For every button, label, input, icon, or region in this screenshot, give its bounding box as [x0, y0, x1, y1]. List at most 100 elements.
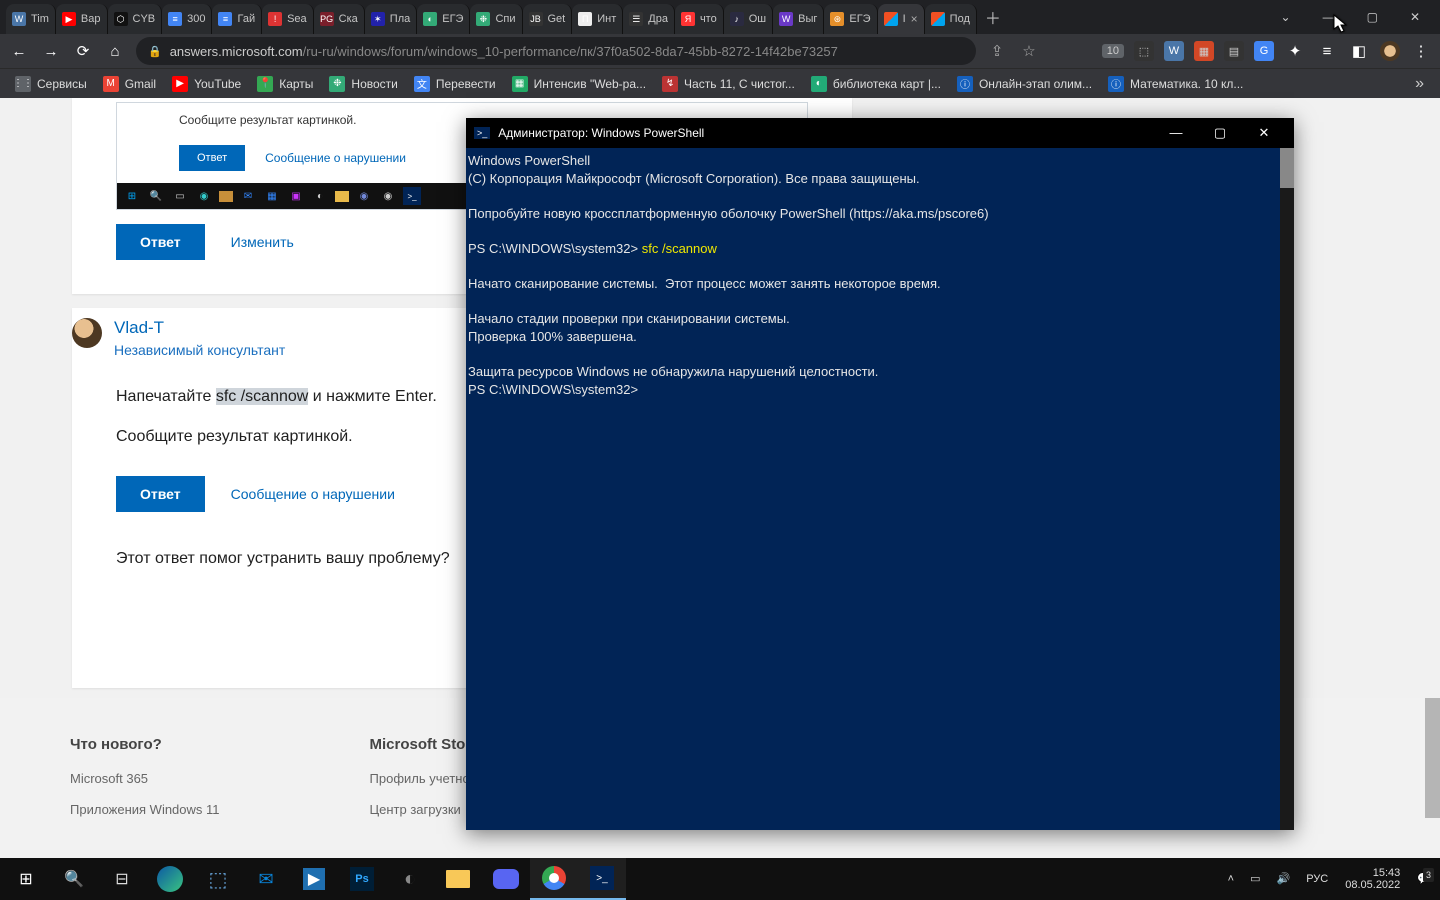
close-button[interactable]: ✕	[1242, 125, 1286, 141]
start-button[interactable]: ⊞	[2, 858, 50, 900]
reading-list-icon[interactable]: ≡	[1316, 43, 1338, 60]
ext-icon[interactable]: ▦	[1194, 41, 1214, 61]
browser-tab[interactable]: ❉Спи	[470, 4, 522, 34]
reply-button[interactable]: Ответ	[116, 476, 205, 512]
chrome-menu-icon[interactable]: ⋮	[1410, 42, 1432, 60]
discord-button[interactable]	[482, 858, 530, 900]
browser-tab[interactable]: ♪Ош	[724, 4, 773, 34]
powershell-icon: >_	[474, 127, 490, 139]
chrome-caret-icon[interactable]: ⌄	[1267, 4, 1305, 30]
browser-tab[interactable]: Под	[925, 4, 977, 34]
footer-heading: Что нового?	[70, 736, 220, 753]
powershell-scrollbar[interactable]	[1280, 148, 1294, 830]
close-button[interactable]: ✕	[1396, 4, 1434, 30]
bookmark-item[interactable]: ⓘМатематика. 10 кл...	[1101, 72, 1250, 96]
browser-tab[interactable]: I×	[878, 4, 925, 34]
forward-button[interactable]: →	[40, 43, 62, 60]
chrome-button[interactable]	[530, 858, 578, 900]
browser-tab[interactable]: WTim	[6, 4, 56, 34]
explorer-button[interactable]	[434, 858, 482, 900]
reply-button[interactable]: Ответ	[116, 224, 205, 260]
new-tab-button[interactable]: ＋	[977, 5, 1009, 29]
home-button[interactable]: ⌂	[104, 43, 126, 60]
edge-button[interactable]	[146, 858, 194, 900]
taskview-button[interactable]: ⊟	[98, 858, 146, 900]
bookmark-item[interactable]: ↯Часть 11, С чистог...	[655, 72, 802, 96]
bookmarks-bar: ⋮⋮СервисыMGmail▶YouTube📍Карты❉Новости文Пе…	[0, 68, 1440, 98]
bookmark-item[interactable]: ▶YouTube	[165, 72, 248, 96]
browser-tab[interactable]: ПИнт	[572, 4, 623, 34]
lock-icon: 🔒	[148, 45, 162, 58]
browser-tab[interactable]: ◐ЕГЭ	[417, 4, 470, 34]
maximize-button[interactable]: ▢	[1198, 125, 1242, 141]
author-block: Vlad-T Независимый консультант	[72, 318, 285, 358]
browser-tab[interactable]: ▶Вар	[56, 4, 108, 34]
minimize-button[interactable]: —	[1154, 125, 1198, 141]
bookmark-item[interactable]: ▦Интенсив "Web-ра...	[505, 72, 653, 96]
battery-icon[interactable]: ▭	[1243, 872, 1267, 886]
browser-tab[interactable]: ≡300	[162, 4, 212, 34]
maximize-button[interactable]: ▢	[1353, 4, 1392, 30]
share-icon[interactable]: ⇪	[986, 42, 1008, 60]
ext-translate-icon[interactable]: G	[1254, 41, 1274, 61]
search-button[interactable]: 🔍	[50, 858, 98, 900]
ext-icon[interactable]: ⬚	[1134, 41, 1154, 61]
ext-icon[interactable]: ▤	[1224, 41, 1244, 61]
browser-tab[interactable]: ☰Дра	[623, 4, 675, 34]
bookmark-item[interactable]: ◐библиотека карт |...	[804, 72, 948, 96]
browser-tab[interactable]: Ячто	[675, 4, 724, 34]
extensions-icon[interactable]: ✦	[1284, 42, 1306, 60]
edit-link[interactable]: Изменить	[231, 234, 294, 250]
author-role: Независимый консультант	[114, 342, 285, 358]
bookmark-item[interactable]: ❉Новости	[322, 72, 404, 96]
tab-count-badge[interactable]: 10	[1102, 44, 1124, 58]
notifications-button[interactable]: 💬	[1410, 872, 1438, 886]
footer-link[interactable]: Microsoft 365	[70, 771, 220, 786]
bookmark-item[interactable]: MGmail	[96, 72, 163, 96]
tab-close-icon[interactable]: ×	[911, 12, 918, 26]
powershell-button[interactable]: >_	[578, 858, 626, 900]
bookmark-item[interactable]: ⓘОнлайн-этап олим...	[950, 72, 1099, 96]
page-scrollbar[interactable]	[1425, 698, 1440, 818]
browser-tab[interactable]: PGСка	[314, 4, 365, 34]
browser-tab[interactable]: WВыг	[773, 4, 824, 34]
report-link[interactable]: Сообщение о нарушении	[265, 151, 406, 165]
mail-button[interactable]: ✉	[242, 858, 290, 900]
steam-button[interactable]: ◐	[386, 858, 434, 900]
language-indicator[interactable]: РУС	[1299, 872, 1335, 886]
reply-button[interactable]: Ответ	[179, 145, 245, 171]
folder-icon	[335, 191, 349, 202]
address-bar[interactable]: 🔒 answers.microsoft.com/ru-ru/windows/fo…	[136, 37, 976, 65]
author-name[interactable]: Vlad-T	[114, 318, 285, 338]
browser-tab[interactable]: ⊛ЕГЭ	[824, 4, 877, 34]
browser-tab[interactable]: ≡Гай	[212, 4, 262, 34]
movies-button[interactable]: ▶	[290, 858, 338, 900]
minimize-button[interactable]: —	[1309, 4, 1349, 30]
browser-tab[interactable]: !Sea	[262, 4, 314, 34]
clock[interactable]: 15:43 08.05.2022	[1337, 867, 1408, 891]
reload-button[interactable]: ⟳	[72, 42, 94, 60]
browser-tab[interactable]: ⬡CYB	[108, 4, 163, 34]
browser-tab[interactable]: JBGet	[523, 4, 573, 34]
report-link[interactable]: Сообщение о нарушении	[231, 486, 395, 502]
bookmarks-overflow-icon[interactable]: »	[1407, 71, 1432, 97]
bookmark-item[interactable]: 文Перевести	[407, 72, 503, 96]
photoshop-button[interactable]: Ps	[338, 858, 386, 900]
browser-tab[interactable]: ✶Пла	[365, 4, 417, 34]
bookmark-item[interactable]: 📍Карты	[250, 72, 320, 96]
tray-chevron-icon[interactable]: ˄	[1221, 872, 1241, 886]
powershell-output[interactable]: Windows PowerShell (C) Корпорация Майкро…	[466, 148, 1294, 403]
footer-link[interactable]: Приложения Windows 11	[70, 802, 220, 817]
store-button[interactable]: ⬚	[194, 858, 242, 900]
back-button[interactable]: ←	[8, 43, 30, 60]
ext-vk-icon[interactable]: W	[1164, 41, 1184, 61]
volume-icon[interactable]: 🔊	[1270, 872, 1298, 886]
edge-icon: ◉	[195, 187, 213, 205]
bookmark-item[interactable]: ⋮⋮Сервисы	[8, 72, 94, 96]
side-panel-icon[interactable]: ◧	[1348, 42, 1370, 60]
bookmark-star-icon[interactable]: ☆	[1018, 42, 1040, 60]
profile-avatar[interactable]	[1380, 41, 1400, 61]
powershell-titlebar[interactable]: >_ Администратор: Windows PowerShell — ▢…	[466, 118, 1294, 148]
helpful-question: Этот ответ помог устранить вашу проблему…	[116, 550, 450, 568]
steam-icon: ◐	[311, 187, 329, 205]
